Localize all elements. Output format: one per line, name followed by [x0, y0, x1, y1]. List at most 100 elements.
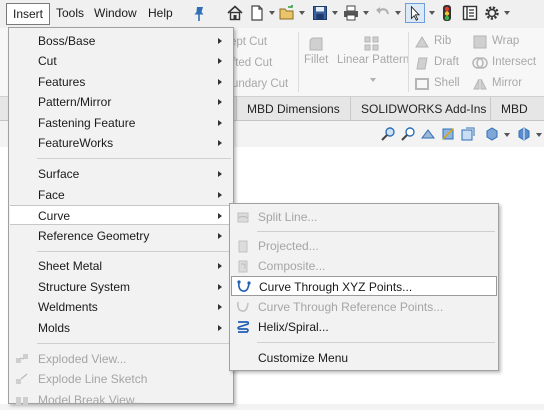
- new-document-icon[interactable]: [248, 4, 266, 22]
- lofted-cut-label[interactable]: fted Cut: [232, 57, 272, 69]
- menu-item-label: Features: [38, 75, 86, 89]
- menu-item-composite[interactable]: Composite...: [231, 256, 497, 276]
- options-dropdown-caret[interactable]: [504, 11, 510, 15]
- save-dropdown-caret[interactable]: [332, 11, 338, 15]
- menu-item-curve-through-xyz-points[interactable]: Curve Through XYZ Points...: [231, 276, 497, 296]
- section-view-icon[interactable]: [440, 126, 456, 142]
- tab-solidworks-add-ins[interactable]: SOLIDWORKS Add-Ins: [350, 97, 496, 121]
- select-pointer-icon[interactable]: [405, 3, 425, 23]
- select-dropdown-caret[interactable]: [429, 11, 435, 15]
- submenu-arrow-icon: [218, 304, 222, 310]
- menu-window[interactable]: Window: [88, 3, 143, 25]
- options-gear-icon[interactable]: [483, 4, 501, 22]
- intersect-icon[interactable]: [472, 55, 488, 71]
- rib-icon[interactable]: [414, 34, 430, 50]
- submenu-arrow-icon: [218, 140, 222, 146]
- composite-curve-icon: [238, 260, 248, 273]
- boundary-cut-label[interactable]: undary Cut: [232, 78, 288, 90]
- menu-item-boss-base[interactable]: Boss/Base: [10, 31, 232, 51]
- linear-pattern-icon[interactable]: [364, 36, 380, 52]
- mirror-label[interactable]: Mirror: [492, 77, 522, 89]
- menu-item-cut[interactable]: Cut: [10, 51, 232, 71]
- print-icon[interactable]: [342, 4, 360, 22]
- menu-item-structure-system[interactable]: Structure System: [10, 277, 232, 297]
- previous-view-icon[interactable]: [420, 126, 436, 142]
- menu-item-reference-geometry[interactable]: Reference Geometry: [10, 226, 232, 246]
- menu-item-label: Sheet Metal: [38, 259, 103, 273]
- menu-item-label: Customize Menu: [258, 351, 349, 365]
- menu-item-face[interactable]: Face: [10, 185, 232, 205]
- save-icon[interactable]: [311, 4, 329, 22]
- wrap-icon[interactable]: [472, 34, 488, 50]
- open-folder-icon[interactable]: [278, 4, 296, 22]
- draft-label[interactable]: Draft: [434, 56, 459, 68]
- menu-item-featureworks[interactable]: FeatureWorks: [10, 133, 232, 153]
- home-icon[interactable]: [226, 4, 244, 22]
- undo-icon[interactable]: [374, 4, 392, 22]
- menu-insert[interactable]: Insert: [6, 3, 51, 25]
- menu-item-sheet-metal[interactable]: Sheet Metal: [10, 256, 232, 276]
- menu-item-customize-menu[interactable]: Customize Menu: [231, 348, 497, 368]
- mirror-icon[interactable]: [472, 76, 488, 92]
- shell-label[interactable]: Shell: [434, 77, 460, 89]
- ribbon-separator: [408, 32, 409, 92]
- open-dropdown-caret[interactable]: [299, 11, 305, 15]
- menu-item-label: Molds: [38, 321, 71, 335]
- tab-mbd[interactable]: MBD: [490, 97, 538, 121]
- wrap-label[interactable]: Wrap: [492, 35, 519, 47]
- model-break-view-icon: [16, 397, 28, 405]
- fillet-icon[interactable]: [308, 36, 324, 52]
- submenu-arrow-icon: [218, 120, 222, 126]
- menu-item-exploded-view[interactable]: Exploded View...: [10, 349, 232, 369]
- rebuild-traffic-light-icon[interactable]: [440, 4, 454, 22]
- menu-item-surface[interactable]: Surface: [10, 164, 232, 184]
- submenu-arrow-icon: [218, 325, 222, 331]
- linear-pattern-label[interactable]: Linear Pattern: [337, 54, 409, 66]
- swept-cut-label[interactable]: ept Cut: [230, 36, 267, 48]
- menu-tools[interactable]: Tools: [50, 3, 90, 25]
- zoom-to-area-icon[interactable]: [400, 126, 416, 142]
- menu-item-features[interactable]: Features: [10, 72, 232, 92]
- exploded-view-icon: [16, 354, 28, 363]
- menu-item-label: Fastening Feature: [38, 116, 136, 130]
- menu-item-weldments[interactable]: Weldments: [10, 297, 232, 317]
- menu-bar: Insert Tools Window Help: [0, 0, 544, 28]
- display-style-caret[interactable]: [536, 133, 542, 137]
- display-style-icon[interactable]: [516, 126, 532, 142]
- submenu-arrow-icon: [218, 263, 222, 269]
- menu-item-label: FeatureWorks: [38, 136, 114, 150]
- file-properties-icon[interactable]: [461, 4, 479, 22]
- print-dropdown-caret[interactable]: [363, 11, 369, 15]
- view-orientation-caret[interactable]: [504, 133, 510, 137]
- menu-item-projected[interactable]: Projected...: [231, 236, 497, 256]
- view-orientation-icon[interactable]: [484, 126, 500, 142]
- menu-item-pattern-mirror[interactable]: Pattern/Mirror: [10, 92, 232, 112]
- linear-pattern-caret[interactable]: [370, 78, 376, 82]
- draft-icon[interactable]: [414, 55, 430, 71]
- fillet-label[interactable]: Fillet: [304, 54, 328, 66]
- menu-item-model-break-view[interactable]: Model Break View...: [10, 390, 232, 410]
- menu-item-helix-spiral[interactable]: Helix/Spiral...: [231, 317, 497, 337]
- submenu-arrow-icon: [218, 79, 222, 85]
- tab-mbd-dimensions[interactable]: MBD Dimensions: [236, 97, 350, 121]
- rib-label[interactable]: Rib: [434, 35, 451, 47]
- menu-item-fastening-feature[interactable]: Fastening Feature: [10, 113, 232, 133]
- menu-item-molds[interactable]: Molds: [10, 318, 232, 338]
- pin-icon[interactable]: [192, 6, 206, 22]
- menu-item-split-line[interactable]: Split Line...: [231, 207, 497, 227]
- undo-dropdown-caret[interactable]: [395, 11, 401, 15]
- intersect-label[interactable]: Intersect: [492, 56, 536, 68]
- shell-icon[interactable]: [414, 76, 430, 92]
- new-dropdown-caret[interactable]: [269, 11, 275, 15]
- menu-item-label: Curve Through XYZ Points...: [259, 280, 413, 294]
- menu-item-explode-line-sketch[interactable]: Explode Line Sketch: [10, 369, 232, 389]
- menu-item-label: Reference Geometry: [38, 229, 150, 243]
- submenu-arrow-icon: [218, 192, 222, 198]
- menu-help[interactable]: Help: [142, 3, 179, 25]
- menu-separator: [37, 343, 231, 344]
- menu-item-curve-through-reference-points[interactable]: Curve Through Reference Points...: [231, 297, 497, 317]
- dynamic-annotation-icon[interactable]: [460, 126, 476, 142]
- zoom-to-fit-icon[interactable]: [380, 126, 396, 142]
- submenu-arrow-icon: [218, 171, 222, 177]
- menu-item-curve[interactable]: Curve: [10, 205, 232, 225]
